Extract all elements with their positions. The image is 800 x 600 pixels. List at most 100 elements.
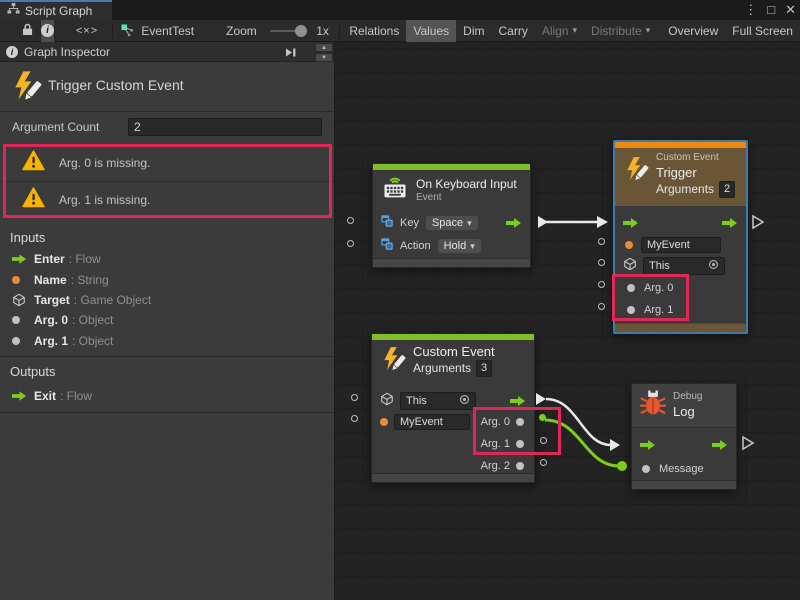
code-preview-icon: <×>: [76, 25, 98, 37]
node-trigger-custom-event[interactable]: Custom Event Trigger Arguments2 MyEvent …: [613, 140, 748, 334]
stepper-down-button[interactable]: ▼: [315, 53, 333, 62]
port-customevent-target[interactable]: [351, 394, 358, 401]
event-name-field[interactable]: MyEvent: [394, 414, 470, 430]
object-dot-icon[interactable]: [516, 418, 524, 426]
port-keyboard-action[interactable]: [347, 240, 354, 247]
target-picker-icon[interactable]: [459, 394, 470, 408]
chevron-down-icon: ▾: [573, 25, 578, 36]
port-trigger-arg0[interactable]: [598, 281, 605, 288]
object-dot-icon: [12, 337, 34, 345]
arg0-port-label: Arg. 0: [481, 416, 510, 428]
window-maximize-icon[interactable]: □: [767, 0, 775, 20]
node-on-keyboard-input[interactable]: On Keyboard Input Event Key Space▾ Actio…: [372, 163, 531, 268]
flow-out-arrow-icon[interactable]: [712, 440, 728, 450]
object-dot-icon: [12, 316, 34, 324]
object-dot-icon[interactable]: [516, 440, 524, 448]
distribute-button[interactable]: Distribute▾: [584, 20, 657, 42]
graph-breadcrumb[interactable]: EventTest: [134, 20, 201, 42]
flow-out-arrow-icon[interactable]: [722, 218, 738, 228]
arguments-count-badge: 2: [719, 181, 735, 198]
custom-event-icon: [380, 346, 406, 377]
graph-toolbar: i <×> EventTest Zoom 1x Relations Values…: [0, 20, 800, 42]
flow-arrow-icon: [12, 391, 34, 401]
align-button[interactable]: Align▾: [535, 20, 584, 42]
flow-in-arrow-icon[interactable]: [623, 218, 639, 228]
carry-button[interactable]: Carry: [491, 20, 534, 42]
target-field[interactable]: This: [400, 392, 476, 410]
arg1-port-label: Arg. 1: [644, 304, 673, 316]
custom-event-icon: [10, 70, 42, 107]
key-label: Key: [400, 217, 419, 229]
dim-button[interactable]: Dim: [456, 20, 491, 42]
relations-button[interactable]: Relations: [342, 20, 406, 42]
action-label: Action: [400, 240, 431, 252]
string-dot-icon[interactable]: [380, 418, 388, 426]
port-customevent-name[interactable]: [351, 415, 358, 422]
values-button[interactable]: Values: [406, 20, 456, 42]
port-keyboard-key[interactable]: [347, 217, 354, 224]
node-title: On Keyboard Input: [416, 177, 517, 192]
fullscreen-button[interactable]: Full Screen: [725, 20, 800, 42]
zoom-label: Zoom: [219, 20, 264, 42]
panel-stepper[interactable]: ▲ ▼: [315, 43, 333, 62]
node-subtitle: Event: [416, 192, 517, 205]
port-trigger-arg1[interactable]: [598, 303, 605, 310]
graph-inspector-panel: i Graph Inspector ▲ ▼ Trigger Custom Eve…: [0, 42, 335, 600]
port-trigger-target[interactable]: [598, 259, 605, 266]
flow-out-arrow-icon[interactable]: [506, 218, 522, 228]
object-dot-icon[interactable]: [627, 284, 635, 292]
chevron-down-icon: ▾: [646, 25, 651, 36]
node-title: Custom Event: [413, 344, 495, 360]
input-port-enter: Enter: Flow: [0, 249, 335, 269]
object-dot-icon[interactable]: [627, 306, 635, 314]
port-customevent-arg0-out[interactable]: [539, 414, 546, 421]
argument-count-label: Argument Count: [12, 120, 99, 134]
port-customevent-arg2-out[interactable]: [540, 459, 547, 466]
info-icon: i: [41, 24, 54, 37]
node-debug-log[interactable]: Debug Log Message: [631, 383, 737, 490]
input-port-target: Target: Game Object: [0, 290, 335, 310]
port-trigger-name[interactable]: [598, 238, 605, 245]
node-title: Trigger: [656, 165, 735, 181]
zoom-slider-knob[interactable]: [295, 25, 307, 37]
input-port-name: Name: String: [0, 270, 335, 290]
code-preview-button[interactable]: <×>: [76, 20, 98, 42]
warning-text: Arg. 1 is missing.: [59, 193, 150, 207]
graph-breadcrumb-icon: [121, 24, 134, 37]
unit-title-block: Trigger Custom Event: [0, 62, 335, 112]
target-field[interactable]: This: [643, 257, 725, 275]
node-title: Log: [673, 404, 702, 420]
port-customevent-arg1-out[interactable]: [540, 437, 547, 444]
unit-title: Trigger Custom Event: [48, 77, 184, 93]
action-dropdown[interactable]: Hold▾: [438, 239, 481, 253]
window-menu-icon[interactable]: ⋮: [744, 0, 757, 20]
input-port-arg0: Arg. 0: Object: [0, 310, 335, 330]
flow-in-arrow-icon[interactable]: [640, 440, 656, 450]
flow-out-arrow-icon[interactable]: [510, 396, 526, 406]
object-dot-icon[interactable]: [516, 462, 524, 470]
bug-icon: [640, 390, 666, 421]
argument-count-input[interactable]: [128, 118, 322, 136]
lock-button[interactable]: [22, 20, 33, 42]
arg2-port-label: Arg. 2: [481, 460, 510, 472]
stepper-up-button[interactable]: ▲: [315, 43, 333, 52]
cube-icon[interactable]: [623, 257, 637, 276]
overview-button[interactable]: Overview: [661, 20, 725, 42]
flow-arrow-icon: [12, 254, 34, 264]
object-dot-icon[interactable]: [642, 465, 650, 473]
key-dropdown[interactable]: Space▾: [426, 216, 478, 230]
node-custom-event[interactable]: Custom Event Arguments3 This MyEvent Arg…: [371, 333, 535, 483]
zoom-slider[interactable]: [270, 30, 303, 32]
arguments-label: Arguments: [656, 182, 714, 197]
string-dot-icon[interactable]: [625, 241, 633, 249]
target-picker-icon[interactable]: [708, 259, 719, 273]
inspector-header[interactable]: i Graph Inspector ▲ ▼: [0, 42, 335, 62]
window-close-icon[interactable]: ✕: [785, 0, 796, 20]
inspect-button[interactable]: i: [41, 20, 54, 42]
graph-canvas[interactable]: On Keyboard Input Event Key Space▾ Actio…: [335, 42, 800, 600]
inputs-heading: Inputs: [10, 230, 45, 245]
cube-icon[interactable]: [380, 392, 394, 411]
tab-script-graph[interactable]: Script Graph: [0, 0, 112, 20]
dock-panel-icon[interactable]: [285, 45, 297, 63]
event-name-field[interactable]: MyEvent: [641, 237, 721, 253]
